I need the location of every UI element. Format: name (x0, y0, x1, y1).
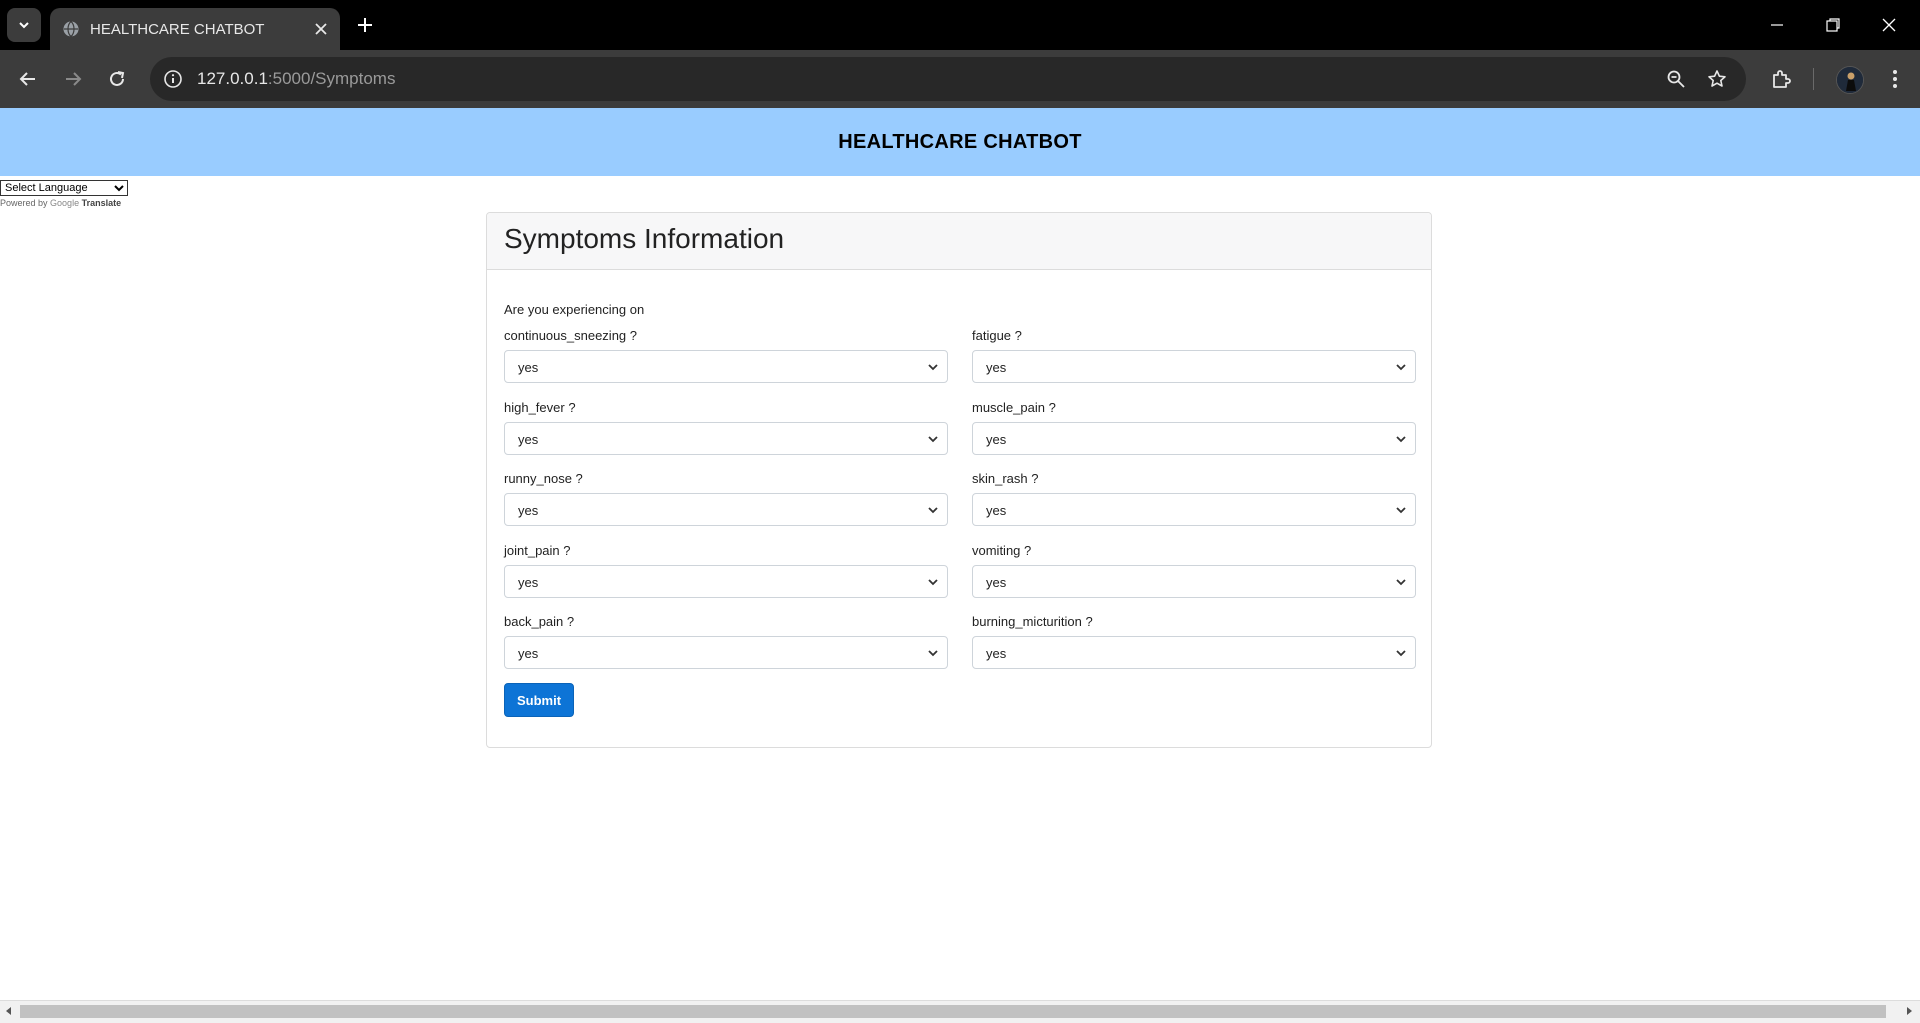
minimize-icon[interactable] (1768, 16, 1786, 34)
field-label: fatigue ? (972, 328, 1022, 343)
symptoms-card: Symptoms Information Are you experiencin… (486, 212, 1432, 748)
select-value: yes (986, 360, 1007, 375)
select-value: yes (518, 646, 539, 661)
field-label: skin_rash ? (972, 471, 1039, 486)
chevron-down-icon (1396, 507, 1406, 514)
kebab-menu-icon[interactable] (1884, 68, 1906, 90)
intro-text: Are you experiencing on (504, 302, 645, 317)
zoom-icon[interactable] (1666, 69, 1686, 89)
field-label: back_pain ? (504, 614, 575, 629)
forward-arrow-icon[interactable] (62, 68, 84, 90)
tab-title: HEALTHCARE CHATBOT (90, 21, 265, 38)
select-value: yes (518, 503, 539, 518)
symptom-select[interactable]: yes (504, 493, 948, 526)
toolbar-divider (1813, 68, 1814, 90)
browser-toolbar: 127.0.0.1:5000/Symptoms (0, 50, 1920, 108)
symptom-select[interactable]: yes (504, 422, 948, 455)
star-icon[interactable] (1707, 69, 1727, 89)
chevron-down-icon (928, 436, 938, 443)
symptom-select[interactable]: yes (972, 565, 1416, 598)
globe-icon (63, 21, 79, 37)
card-title: Symptoms Information (504, 223, 785, 254)
symptom-select[interactable]: yes (504, 565, 948, 598)
field-label: continuous_sneezing ? (504, 328, 637, 343)
language-select[interactable]: Select Language (0, 180, 128, 196)
select-value: yes (986, 646, 1007, 661)
symptom-select[interactable]: yes (972, 350, 1416, 383)
submit-button[interactable]: Submit (504, 683, 574, 717)
horizontal-scrollbar[interactable] (0, 1000, 1920, 1023)
symptom-select[interactable]: yes (504, 350, 948, 383)
window-close-icon[interactable] (1880, 16, 1898, 34)
scrollbar-thumb[interactable] (20, 1005, 1886, 1018)
translate-link[interactable]: Translate (82, 198, 122, 208)
field-label: muscle_pain ? (972, 400, 1056, 415)
select-value: yes (518, 432, 539, 447)
select-value: yes (986, 575, 1007, 590)
page-title: HEALTHCARE CHATBOT (838, 130, 1082, 153)
chevron-down-icon (19, 22, 29, 29)
restore-icon[interactable] (1824, 16, 1842, 34)
chevron-down-icon (928, 579, 938, 586)
symptom-select[interactable]: yes (972, 636, 1416, 669)
tab-list-button[interactable] (7, 8, 41, 42)
select-value: yes (518, 360, 539, 375)
chevron-down-icon (1396, 364, 1406, 371)
address-bar[interactable]: 127.0.0.1:5000/Symptoms (150, 57, 1746, 101)
chevron-down-icon (1396, 436, 1406, 443)
card-header: Symptoms Information (487, 213, 1431, 270)
scroll-left-icon[interactable] (4, 1006, 14, 1016)
field-label: vomiting ? (972, 543, 1032, 558)
info-icon[interactable] (163, 69, 183, 89)
back-arrow-icon[interactable] (17, 68, 39, 90)
close-icon[interactable] (313, 21, 329, 37)
reload-icon[interactable] (106, 68, 128, 90)
chevron-down-icon (1396, 579, 1406, 586)
avatar[interactable] (1836, 66, 1864, 94)
google-logo-text: Google (50, 198, 80, 208)
symptom-select[interactable]: yes (504, 636, 948, 669)
field-label: joint_pain ? (504, 543, 571, 558)
select-value: yes (986, 432, 1007, 447)
chevron-down-icon (928, 650, 938, 657)
chevron-down-icon (1396, 650, 1406, 657)
select-value: yes (518, 575, 539, 590)
browser-tab[interactable]: HEALTHCARE CHATBOT (50, 8, 340, 50)
url-host: 127.0.0.1 (197, 69, 268, 88)
scroll-right-icon[interactable] (1904, 1006, 1914, 1016)
page-content: HEALTHCARE CHATBOT Select Language Power… (0, 108, 1920, 1000)
app-header: HEALTHCARE CHATBOT (0, 108, 1920, 176)
chevron-down-icon (928, 364, 938, 371)
field-label: runny_nose ? (504, 471, 583, 486)
google-translate-widget: Select Language Powered by Google Transl… (0, 178, 128, 208)
field-label: high_fever ? (504, 400, 576, 415)
field-label: burning_micturition ? (972, 614, 1093, 629)
url-text: 127.0.0.1:5000/Symptoms (197, 69, 395, 89)
url-path: :5000/Symptoms (267, 69, 396, 88)
select-value: yes (986, 503, 1007, 518)
browser-tab-bar: HEALTHCARE CHATBOT (0, 0, 1920, 50)
plus-icon[interactable] (355, 15, 375, 35)
chevron-down-icon (928, 507, 938, 514)
powered-by-google: Powered by Google Translate (0, 198, 128, 208)
symptom-select[interactable]: yes (972, 422, 1416, 455)
puzzle-icon[interactable] (1770, 68, 1792, 90)
powered-by-text: Powered by (0, 198, 48, 208)
profile-icon (1837, 67, 1863, 93)
symptom-select[interactable]: yes (972, 493, 1416, 526)
